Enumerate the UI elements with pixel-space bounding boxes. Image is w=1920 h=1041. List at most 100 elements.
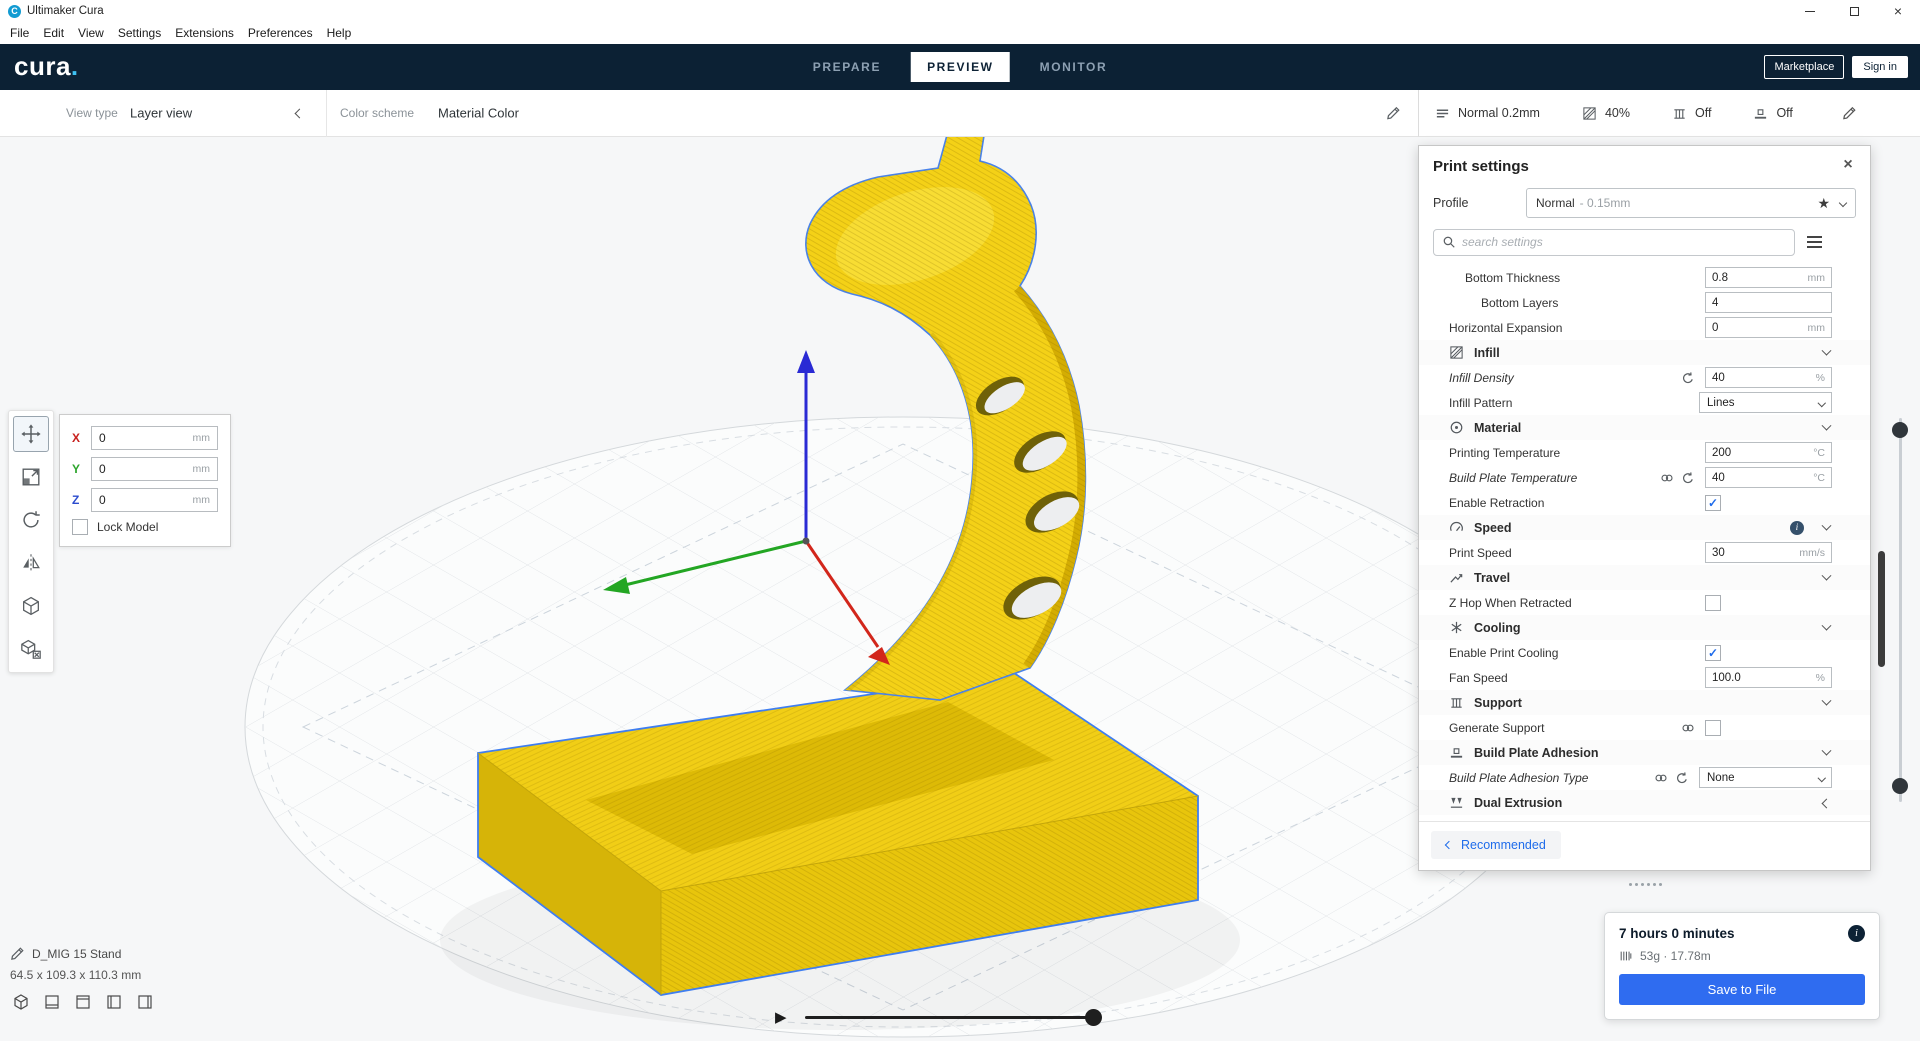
- search-settings-input[interactable]: [1462, 235, 1786, 249]
- setting-value-field[interactable]: 200 °C: [1705, 442, 1832, 463]
- tab-preview[interactable]: PREVIEW: [911, 52, 1010, 82]
- menu-settings[interactable]: Settings: [111, 23, 168, 43]
- menu-preferences[interactable]: Preferences: [241, 23, 320, 43]
- link-icon[interactable]: [1660, 471, 1674, 485]
- layer-slider-track[interactable]: [1899, 418, 1902, 802]
- scrubber-handle[interactable]: [1084, 1008, 1102, 1026]
- info-icon[interactable]: i: [1848, 925, 1865, 942]
- print-settings-summary[interactable]: Normal 0.2mm 40% Off Off: [1418, 90, 1871, 137]
- tab-monitor[interactable]: MONITOR: [1024, 52, 1124, 82]
- setting-value-field[interactable]: 100.0%: [1705, 667, 1832, 688]
- category-travel[interactable]: Travel: [1419, 565, 1870, 590]
- view-3d-icon[interactable]: [10, 991, 32, 1013]
- setting-value-field[interactable]: 40%: [1705, 367, 1832, 388]
- setting-horizontal-expansion[interactable]: Horizontal Expansion 0 mm: [1419, 315, 1870, 340]
- category-support[interactable]: Support: [1419, 690, 1870, 715]
- layer-slider-upper-handle[interactable]: [1892, 422, 1908, 438]
- edit-settings-pencil-icon[interactable]: [1842, 106, 1857, 121]
- reset-icon[interactable]: [1675, 771, 1689, 785]
- tool-mirror[interactable]: [13, 545, 49, 581]
- menu-help[interactable]: Help: [320, 23, 359, 43]
- close-panel-icon[interactable]: ×: [1838, 155, 1858, 175]
- menu-extensions[interactable]: Extensions: [168, 23, 241, 43]
- link-icon[interactable]: [1681, 721, 1695, 735]
- view-type-dropdown[interactable]: Layer view: [130, 106, 192, 121]
- panel-drag-handle[interactable]: [1620, 880, 1670, 888]
- close-window-button[interactable]: ×: [1876, 0, 1920, 22]
- summary-adhesion[interactable]: Off: [1753, 106, 1793, 121]
- setting-bottom-thickness[interactable]: Bottom Thickness 0.8 mm: [1419, 265, 1870, 290]
- view-left-icon[interactable]: [103, 991, 125, 1013]
- setting-checkbox[interactable]: ✓: [1705, 494, 1721, 511]
- collapse-view-options-icon[interactable]: [294, 104, 305, 122]
- position-input-y[interactable]: 0 mm: [91, 457, 218, 481]
- view-front-icon[interactable]: [41, 991, 63, 1013]
- setting-value-field[interactable]: 30 mm/s: [1705, 542, 1832, 563]
- setting-select-field[interactable]: Lines: [1699, 392, 1832, 413]
- category-build-plate-adhesion[interactable]: Build Plate Adhesion: [1419, 740, 1870, 765]
- link-icon[interactable]: [1654, 771, 1668, 785]
- tool-support-blocker[interactable]: [13, 631, 49, 667]
- minimize-button[interactable]: [1788, 0, 1832, 22]
- settings-scrollbar[interactable]: [1878, 551, 1885, 667]
- favorite-star-icon[interactable]: ★: [1817, 195, 1830, 212]
- menu-view[interactable]: View: [71, 23, 111, 43]
- setting-build-plate-adhesion-type[interactable]: Build Plate Adhesion Type None: [1419, 765, 1870, 790]
- setting-checkbox[interactable]: [1705, 719, 1721, 736]
- summary-support[interactable]: Off: [1672, 106, 1711, 121]
- menu-edit[interactable]: Edit: [36, 23, 71, 43]
- tool-move[interactable]: [13, 416, 49, 452]
- setting-printing-temperature[interactable]: Printing Temperature 200 °C: [1419, 440, 1870, 465]
- reset-icon[interactable]: [1681, 471, 1695, 485]
- sign-in-button[interactable]: Sign in: [1852, 56, 1908, 78]
- category-speed[interactable]: Speed i: [1419, 515, 1870, 540]
- category-cooling[interactable]: Cooling: [1419, 615, 1870, 640]
- reset-icon[interactable]: [1681, 371, 1695, 385]
- color-scheme-dropdown[interactable]: Material Color: [438, 106, 519, 121]
- setting-enable-retraction[interactable]: Enable Retraction ✓: [1419, 490, 1870, 515]
- lock-model-checkbox[interactable]: [72, 519, 88, 535]
- rename-model-pencil-icon[interactable]: [10, 946, 25, 961]
- edit-view-pencil-icon[interactable]: [1386, 106, 1401, 121]
- save-to-file-button[interactable]: Save to File: [1619, 974, 1865, 1005]
- scrubber-track[interactable]: [804, 1008, 1102, 1026]
- setting-checkbox[interactable]: [1705, 594, 1721, 611]
- setting-enable-print-cooling[interactable]: Enable Print Cooling ✓: [1419, 640, 1870, 665]
- profile-dropdown[interactable]: Normal - 0.15mm ★: [1526, 188, 1856, 218]
- position-input-z[interactable]: 0 mm: [91, 488, 218, 512]
- setting-checkbox[interactable]: ✓: [1705, 644, 1721, 661]
- info-icon[interactable]: i: [1790, 520, 1804, 535]
- summary-infill[interactable]: 40%: [1582, 106, 1630, 121]
- tool-per-model-settings[interactable]: [13, 588, 49, 624]
- category-material[interactable]: Material: [1419, 415, 1870, 440]
- search-settings-box[interactable]: [1433, 228, 1795, 256]
- view-right-icon[interactable]: [134, 991, 156, 1013]
- setting-value-field[interactable]: 0 mm: [1705, 317, 1832, 338]
- setting-bottom-layers[interactable]: Bottom Layers 4: [1419, 290, 1870, 315]
- setting-select-field[interactable]: None: [1699, 767, 1832, 788]
- setting-generate-support[interactable]: Generate Support: [1419, 715, 1870, 740]
- setting-infill-pattern[interactable]: Infill Pattern Lines: [1419, 390, 1870, 415]
- tool-scale[interactable]: [13, 459, 49, 495]
- setting-fan-speed[interactable]: Fan Speed 100.0%: [1419, 665, 1870, 690]
- recommended-mode-button[interactable]: Recommended: [1431, 831, 1561, 859]
- setting-value-field[interactable]: 40 °C: [1705, 467, 1832, 488]
- settings-visibility-menu-icon[interactable]: [1807, 236, 1822, 248]
- maximize-button[interactable]: [1832, 0, 1876, 22]
- menu-file[interactable]: File: [3, 23, 36, 43]
- setting-value-field[interactable]: 4: [1705, 292, 1832, 313]
- tab-prepare[interactable]: PREPARE: [797, 52, 897, 82]
- position-input-x[interactable]: 0 mm: [91, 426, 218, 450]
- summary-profile[interactable]: Normal 0.2mm: [1435, 106, 1540, 121]
- tool-rotate[interactable]: [13, 502, 49, 538]
- layer-slider-lower-handle[interactable]: [1892, 778, 1908, 794]
- setting-build-plate-temperature[interactable]: Build Plate Temperature 40 °C: [1419, 465, 1870, 490]
- category-infill[interactable]: Infill: [1419, 340, 1870, 365]
- play-button[interactable]: ▶: [775, 1008, 787, 1026]
- setting-z-hop-when-retracted[interactable]: Z Hop When Retracted: [1419, 590, 1870, 615]
- view-top-icon[interactable]: [72, 991, 94, 1013]
- marketplace-button[interactable]: Marketplace: [1764, 55, 1845, 79]
- setting-infill-density[interactable]: Infill Density 40%: [1419, 365, 1870, 390]
- category-dual-extrusion[interactable]: Dual Extrusion: [1419, 790, 1870, 815]
- setting-value-field[interactable]: 0.8 mm: [1705, 267, 1832, 288]
